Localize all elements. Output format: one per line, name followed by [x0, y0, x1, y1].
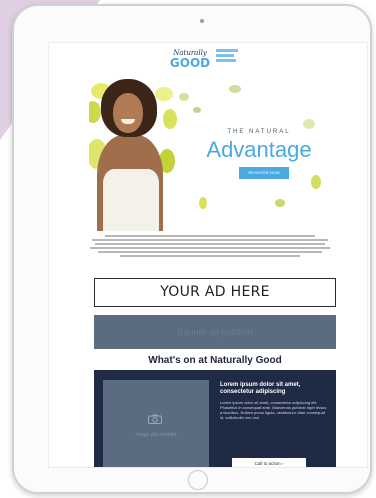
header-tagline-graphic: [216, 49, 238, 64]
hero-title: Advantage: [206, 137, 312, 162]
image-caption: Image placeholder: [135, 432, 177, 438]
naturally-good-logo[interactable]: Naturally GOOD: [169, 49, 211, 69]
tablet-frame: Naturally GOOD THE NATURAL Advantage REG…: [12, 4, 372, 494]
banner-ad-placeholder[interactable]: Banner ad position: [94, 315, 336, 349]
hero-person-face: [113, 93, 143, 133]
front-camera: [200, 19, 204, 23]
call-to-action-button[interactable]: Call to action ›: [232, 458, 306, 467]
banner-ad-label: Banner ad position: [177, 327, 253, 337]
feature-heading: Lorem ipsum dolor sit amet, consectetur …: [220, 382, 301, 395]
ad-slot[interactable]: YOUR AD HERE: [94, 278, 336, 307]
email-preview[interactable]: Naturally GOOD THE NATURAL Advantage REG…: [48, 42, 368, 468]
section-title: What's on at Naturally Good: [148, 355, 282, 366]
intro-text-placeholder: [79, 235, 341, 259]
register-now-button[interactable]: REGISTER NOW: [239, 167, 289, 179]
home-button[interactable]: [188, 470, 208, 490]
email-header: Naturally GOOD: [49, 43, 367, 77]
hero-kicker: THE NATURAL: [227, 129, 291, 135]
camera-icon: [148, 414, 162, 424]
feature-image-placeholder[interactable]: Image placeholder: [103, 380, 209, 467]
feature-block: Image placeholder Lorem ipsum dolor sit …: [94, 370, 336, 467]
logo-line-2: GOOD: [169, 56, 211, 70]
hero-person-top: [103, 169, 159, 231]
feature-body: Lorem ipsum dolor sit amet, consectetur …: [220, 400, 327, 420]
hero-banner[interactable]: THE NATURAL Advantage REGISTER NOW: [89, 79, 331, 231]
